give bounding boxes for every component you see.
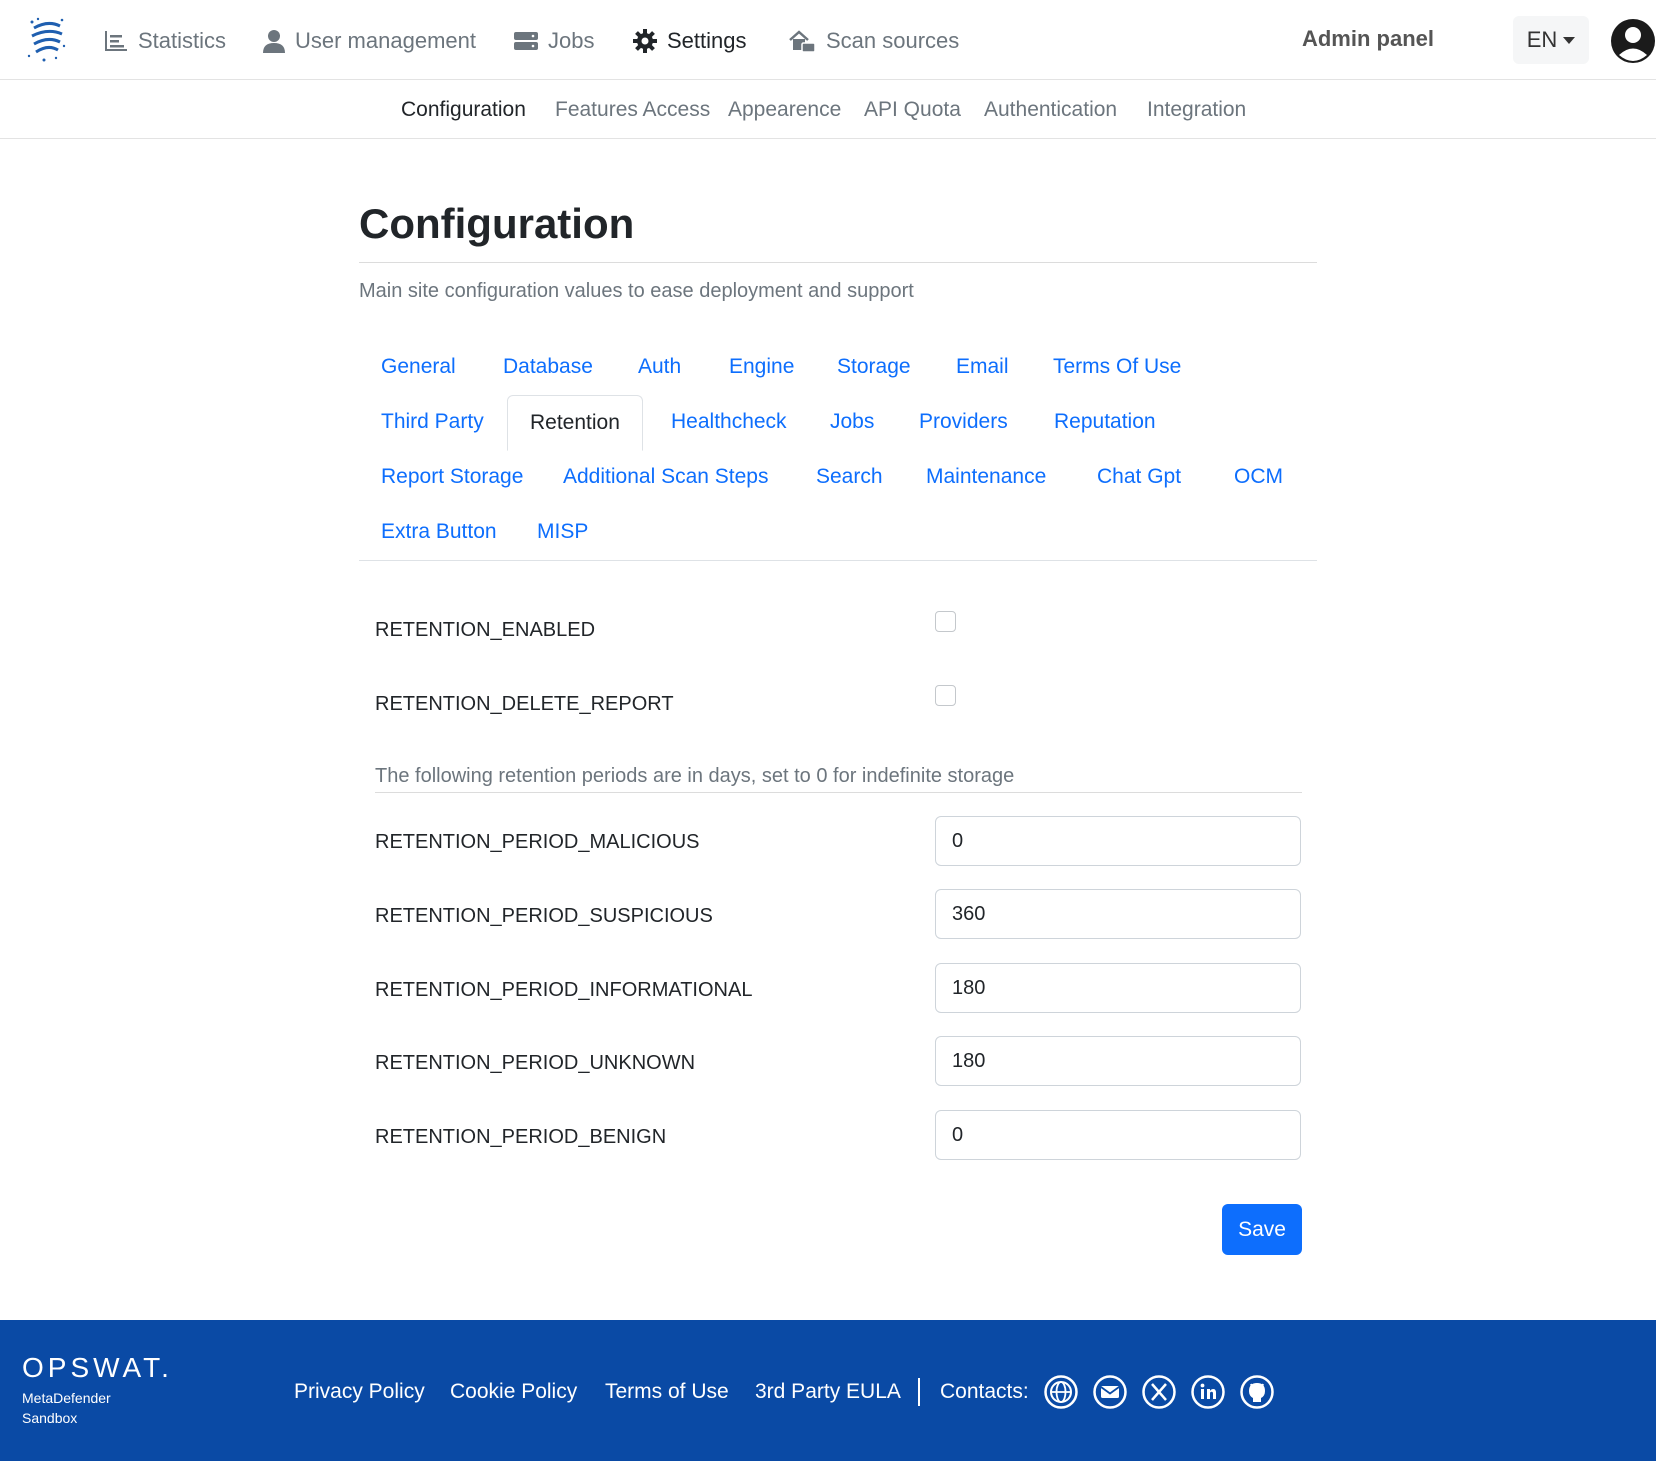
save-button[interactable]: Save [1222, 1204, 1302, 1255]
tab-additional-scan-steps[interactable]: Additional Scan Steps [541, 450, 790, 504]
footer: OPSWAT. MetaDefender Sandbox Privacy Pol… [0, 1320, 1656, 1461]
user-icon [263, 30, 285, 53]
tab-engine[interactable]: Engine [707, 340, 816, 394]
linkedin-icon[interactable] [1191, 1375, 1225, 1409]
retention-period-informational-input[interactable] [935, 963, 1301, 1013]
tab-providers[interactable]: Providers [897, 395, 1030, 449]
subnav-authentication[interactable]: Authentication [984, 98, 1117, 122]
nav-settings-label: Settings [667, 28, 747, 53]
note-divider [375, 792, 1302, 793]
tab-auth[interactable]: Auth [616, 340, 703, 394]
tab-healthcheck[interactable]: Healthcheck [649, 395, 809, 449]
retention-delete-report-checkbox[interactable] [935, 685, 956, 706]
avatar[interactable] [1610, 18, 1656, 64]
subnav-integration[interactable]: Integration [1147, 98, 1246, 122]
product-name: MetaDefender Sandbox [22, 1388, 111, 1428]
tab-retention[interactable]: Retention [507, 395, 643, 451]
server-icon [514, 32, 538, 50]
retention-period-suspicious-label: RETENTION_PERIOD_SUSPICIOUS [375, 905, 713, 927]
language-label: EN [1526, 27, 1558, 52]
retention-period-benign-input[interactable] [935, 1110, 1301, 1160]
settings-subnav: Configuration Features Access Appearence… [0, 80, 1656, 139]
mail-icon[interactable] [1093, 1375, 1127, 1409]
admin-panel-label: Admin panel [1301, 26, 1434, 51]
nav-statistics-label: Statistics [138, 28, 227, 53]
subnav-appearence[interactable]: Appearence [728, 98, 841, 122]
tab-search[interactable]: Search [794, 450, 905, 504]
page-title: Configuration [359, 200, 635, 247]
nav-user-management-label: User management [295, 28, 476, 53]
retention-period-suspicious-input[interactable] [935, 889, 1301, 939]
contacts-label: Contacts: [940, 1380, 1029, 1403]
tab-general[interactable]: General [359, 340, 478, 394]
retention-period-malicious-input[interactable] [935, 816, 1301, 866]
privacy-policy-link[interactable]: Privacy Policy [294, 1380, 425, 1404]
chart-icon [105, 31, 127, 51]
tab-email[interactable]: Email [934, 340, 1031, 394]
retention-note: The following retention periods are in d… [375, 765, 1015, 787]
retention-period-unknown-label: RETENTION_PERIOD_UNKNOWN [375, 1052, 696, 1074]
gear-icon [633, 29, 657, 53]
nav-statistics[interactable]: Statistics [104, 24, 226, 58]
tab-third-party[interactable]: Third Party [359, 395, 506, 449]
third-party-eula-link[interactable]: 3rd Party EULA [755, 1380, 901, 1404]
footer-divider [918, 1378, 920, 1406]
nav-jobs[interactable]: Jobs [514, 24, 594, 58]
retention-period-benign-label: RETENTION_PERIOD_BENIGN [375, 1126, 667, 1148]
retention-enabled-checkbox[interactable] [935, 611, 956, 632]
subnav-features-access[interactable]: Features Access [555, 98, 710, 122]
caret-down-icon [1563, 36, 1576, 44]
retention-period-malicious-label: RETENTION_PERIOD_MALICIOUS [375, 831, 700, 853]
terms-of-use-link[interactable]: Terms of Use [605, 1380, 729, 1404]
subnav-configuration[interactable]: Configuration [401, 98, 526, 122]
product-name-line2: Sandbox [22, 1410, 78, 1426]
tab-database[interactable]: Database [481, 340, 615, 394]
tab-chat-gpt[interactable]: Chat Gpt [1075, 450, 1203, 504]
tab-reputation[interactable]: Reputation [1032, 395, 1178, 449]
tab-extra-button[interactable]: Extra Button [359, 505, 519, 559]
retention-delete-report-label: RETENTION_DELETE_REPORT [375, 693, 674, 715]
config-tabs: General Database Auth Engine Storage Ema… [359, 340, 1317, 561]
x-icon[interactable] [1142, 1375, 1176, 1409]
scan-sources-icon [789, 30, 816, 53]
product-name-line1: MetaDefender [22, 1390, 111, 1406]
tab-storage[interactable]: Storage [815, 340, 933, 394]
tab-ocm[interactable]: OCM [1212, 450, 1305, 504]
tab-maintenance[interactable]: Maintenance [904, 450, 1068, 504]
retention-period-unknown-input[interactable] [935, 1036, 1301, 1086]
tab-terms-of-use[interactable]: Terms Of Use [1031, 340, 1203, 394]
title-divider [359, 262, 1317, 263]
tab-misp[interactable]: MISP [515, 505, 610, 559]
opswat-logo[interactable]: OPSWAT. [22, 1352, 173, 1384]
nav-settings[interactable]: Settings [633, 24, 747, 58]
tab-jobs[interactable]: Jobs [808, 395, 896, 449]
retention-enabled-label: RETENTION_ENABLED [375, 619, 596, 641]
logo-icon[interactable] [26, 16, 68, 64]
globe-icon[interactable] [1044, 1375, 1078, 1409]
github-icon[interactable] [1240, 1375, 1274, 1409]
tab-report-storage[interactable]: Report Storage [359, 450, 545, 504]
top-navbar: Statistics User management Jobs Settings… [0, 0, 1656, 80]
page-description: Main site configuration values to ease d… [359, 280, 914, 302]
nav-scan-sources[interactable]: Scan sources [788, 24, 959, 58]
language-dropdown[interactable]: EN [1513, 16, 1589, 64]
subnav-api-quota[interactable]: API Quota [864, 98, 961, 122]
nav-jobs-label: Jobs [548, 28, 595, 53]
nav-scan-sources-label: Scan sources [826, 28, 960, 53]
cookie-policy-link[interactable]: Cookie Policy [450, 1380, 577, 1404]
retention-period-informational-label: RETENTION_PERIOD_INFORMATIONAL [375, 979, 753, 1001]
nav-user-management[interactable]: User management [263, 24, 476, 58]
